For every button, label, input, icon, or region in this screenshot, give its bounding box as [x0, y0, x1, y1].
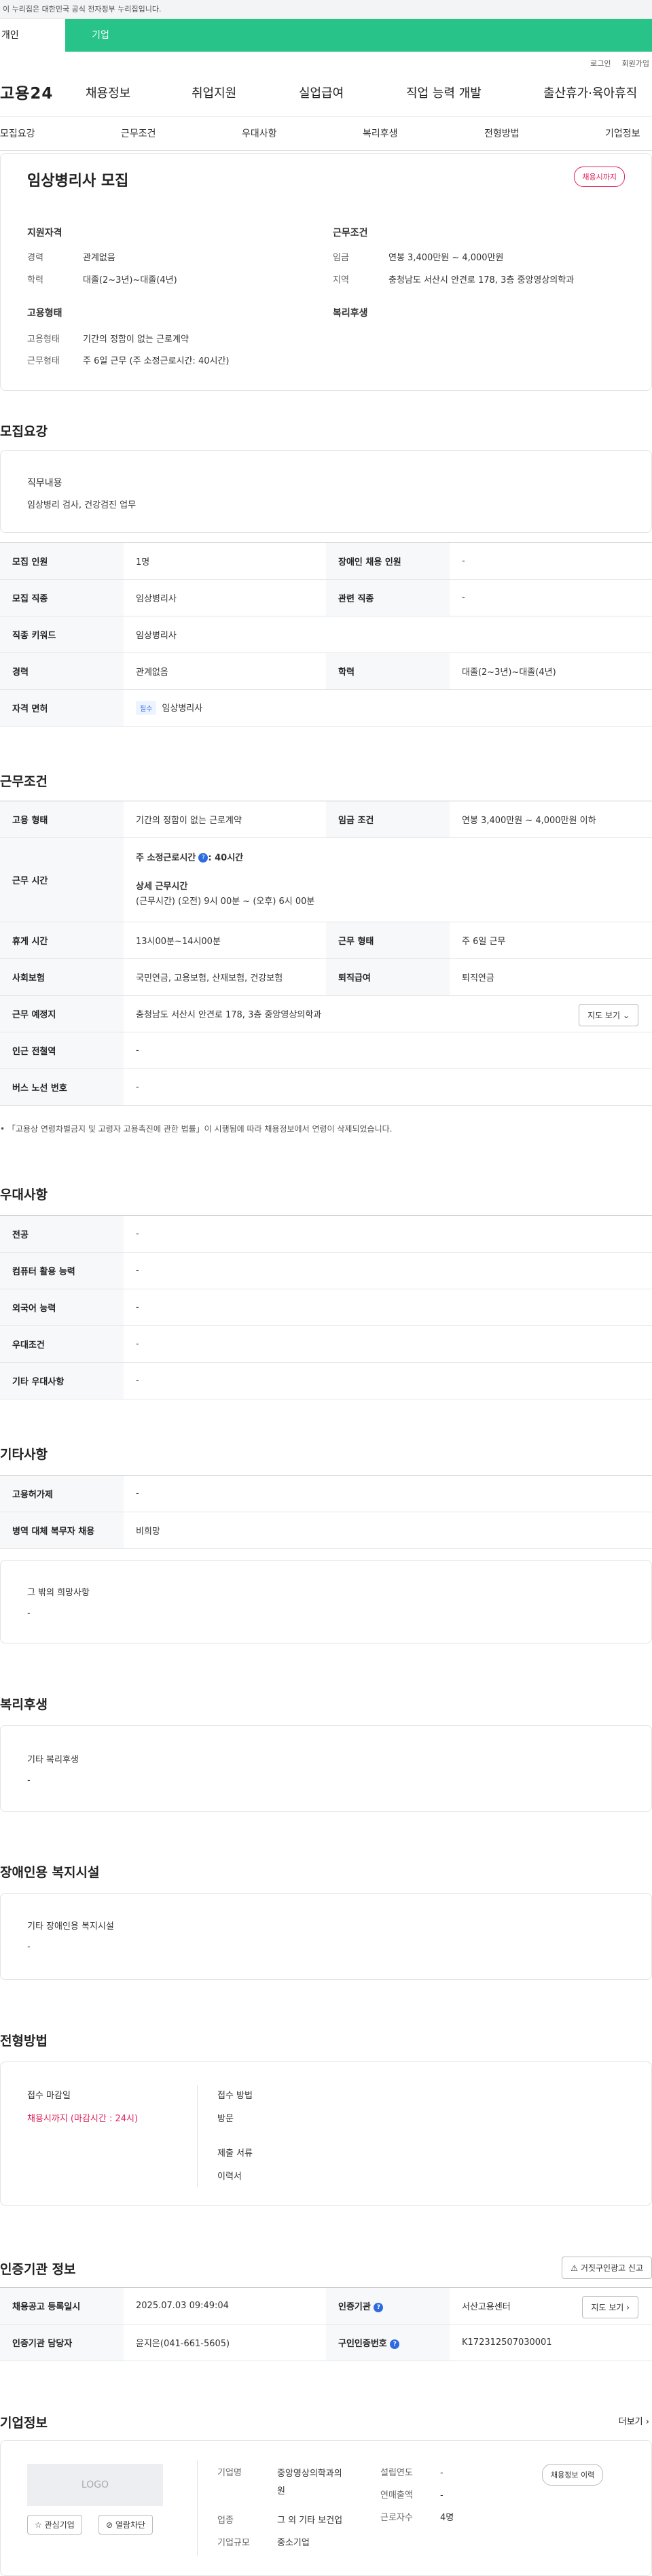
favorite-button[interactable]: ☆ 관심기업	[27, 2515, 82, 2535]
tab-company-info[interactable]: 기업정보	[605, 126, 640, 140]
deadline-badge: 채용시까지	[574, 167, 625, 187]
job-desc-heading: 직무내용	[27, 478, 62, 489]
method-value: 방문	[217, 2114, 234, 2124]
tab-conditions[interactable]: 근무조건	[121, 126, 156, 140]
block-button[interactable]: ⊘ 열람차단	[98, 2515, 153, 2535]
size-row: 기업규모 중소기업	[217, 2538, 310, 2548]
docs-heading: 제출 서류	[217, 2148, 253, 2159]
wish-card	[0, 1560, 652, 1643]
apply-qual-heading: 지원자격	[27, 228, 62, 239]
pref-title: 우대사항	[0, 1187, 48, 1202]
company-card	[0, 2440, 652, 2576]
tab-personal[interactable]: 개인	[0, 19, 65, 52]
cert-table: 채용공고 등록일시 2025.07.03 09:49:04 인증기관 ? 서산고용센터…	[0, 2287, 652, 2361]
pref-table: 전공 - 컴퓨터 활용 능력 - 외국어 능력 - 우대조건 - 기타 우대사항 -	[0, 1215, 652, 1399]
year-row: 설립연도 -	[380, 2468, 443, 2478]
etype-row: 고용형태 기간의 정함이 없는 근로계약	[27, 334, 189, 345]
section-tabs: 모집요강 근무조건 우대사항 복리후생 전형방법 기업정보	[0, 117, 652, 151]
gov-banner: 이 누리집은 대한민국 공식 전자정부 누리집입니다.	[0, 0, 652, 19]
disabled-title: 장애인용 복지시설	[0, 1865, 100, 1880]
edu-row: 학력 대졸(2~3년)~대졸(4년)	[27, 275, 177, 285]
recruit-title: 모집요강	[0, 424, 48, 439]
welfare-value: -	[27, 1775, 31, 1786]
history-button[interactable]: 채용정보 이력	[542, 2464, 604, 2486]
employees-row: 근로자수 4명	[380, 2513, 454, 2523]
industry-row: 업종 그 외 기타 보건업	[217, 2516, 343, 2526]
nav-employment-support[interactable]: 취업지원	[192, 84, 236, 101]
job-desc-card	[0, 450, 652, 533]
worktype-row: 근무형태 주 6일 근무 (주 소정근로시간: 40시간)	[27, 356, 230, 366]
tab-preferences[interactable]: 우대사항	[242, 126, 277, 140]
other-title: 기타사항	[0, 1447, 48, 1462]
area-row: 지역 충청남도 서산시 안견로 178, 3층 중앙영상의학과	[333, 275, 575, 285]
member-type-switch: 개인 기업	[0, 19, 652, 52]
other-table: 고용허가제 - 병역 대체 복무자 채용 비희망	[0, 1475, 652, 1549]
company-name-row: 기업명	[217, 2468, 242, 2478]
site-logo[interactable]: 고용24	[0, 80, 53, 103]
process-title: 전형방법	[0, 2034, 48, 2049]
block-icon: ⊘	[106, 2520, 113, 2530]
cond-heading: 근무조건	[333, 228, 368, 239]
tab-company[interactable]: 기업	[65, 19, 136, 52]
wish-value: -	[27, 1608, 31, 1618]
disabled-heading: 기타 장애인용 복지시설	[27, 1921, 114, 1932]
star-icon: ☆	[35, 2520, 42, 2530]
method-heading: 접수 방법	[217, 2091, 253, 2101]
tab-recruit[interactable]: 모집요강	[0, 126, 35, 140]
more-link[interactable]: 더보기 ›	[619, 2414, 649, 2427]
chevron-right-icon: ›	[626, 2303, 630, 2312]
report-button[interactable]: ⚠ 거짓구인광고 신고	[562, 2257, 652, 2279]
join-link[interactable]: 회원가입	[622, 58, 649, 69]
tab-welfare[interactable]: 복리후생	[363, 126, 398, 140]
career-row: 경력 관계없음	[27, 253, 115, 263]
main-nav: 고용24 채용정보 취업지원 실업급여 직업 능력 개발 출산휴가·육아휴직	[0, 75, 652, 117]
info-icon[interactable]: ?	[198, 853, 209, 863]
disabled-card	[0, 1893, 652, 1980]
wish-heading: 그 밖의 희망사항	[27, 1588, 90, 1598]
cert-map-button[interactable]: 지도 보기 ›	[582, 2296, 638, 2318]
welfare-heading: 복리후생	[333, 308, 368, 319]
info-icon[interactable]: ?	[374, 2302, 384, 2312]
welfare-card	[0, 1725, 652, 1812]
cert-title: 인증기관 정보	[0, 2262, 76, 2277]
nav-jobs[interactable]: 채용정보	[86, 84, 130, 101]
job-desc-value: 임상병리 검사, 건강검진 업무	[27, 500, 137, 510]
chevron-down-icon: ⌄	[622, 1011, 630, 1020]
deadline-value: 채용시까지 (마감시간 : 24시)	[27, 2114, 139, 2124]
company-logo: LOGO	[27, 2464, 163, 2506]
emp-type-heading: 고용형태	[27, 308, 62, 319]
disabled-value: -	[27, 1942, 31, 1952]
conditions-title: 근무조건	[0, 774, 48, 789]
process-divider	[197, 2085, 198, 2187]
warning-icon: ⚠	[570, 2263, 579, 2273]
info-icon[interactable]: ?	[390, 2339, 400, 2349]
utility-bar: 로그인 회원가입	[0, 52, 652, 75]
conditions-table: 고용 형태 기간의 정함이 없는 근로계약 임금 조건 연봉 3,400만원 ~ 4,…	[0, 801, 652, 1106]
nav-leave[interactable]: 출산휴가·육아휴직	[543, 84, 637, 101]
welfare-title: 복리후생	[0, 1697, 48, 1712]
sales-row: 연매출액 -	[380, 2490, 443, 2501]
map-button[interactable]: 지도 보기 ⌄	[579, 1004, 638, 1026]
required-chip: 필수	[136, 701, 157, 715]
docs-value: 이력서	[217, 2172, 242, 2182]
process-card	[0, 2061, 652, 2206]
age-note: • 「고용상 연령차별금지 및 고령자 고용촉진에 관한 법률」이 시행됨에 따…	[0, 1124, 393, 1134]
company-divider	[197, 2460, 198, 2556]
login-link[interactable]: 로그인	[590, 58, 611, 69]
company-title: 기업정보	[0, 2416, 48, 2431]
recruit-table: 모집 인원 1명 장애인 채용 인원 - 모집 직종 임상병리사 관련 직종 - 직종 키워…	[0, 542, 652, 727]
tab-process[interactable]: 전형방법	[484, 126, 520, 140]
welfare-heading-2: 기타 복리후생	[27, 1755, 79, 1765]
nav-training[interactable]: 직업 능력 개발	[406, 84, 482, 101]
nav-unemployment[interactable]: 실업급여	[299, 84, 344, 101]
wage-row: 임금 연봉 3,400만원 ~ 4,000만원	[333, 253, 504, 263]
deadline-heading: 접수 마감일	[27, 2091, 71, 2101]
job-title: 임상병리사 모집	[27, 173, 129, 190]
company-name-value: 중앙영상의학과의 원	[277, 2469, 342, 2496]
